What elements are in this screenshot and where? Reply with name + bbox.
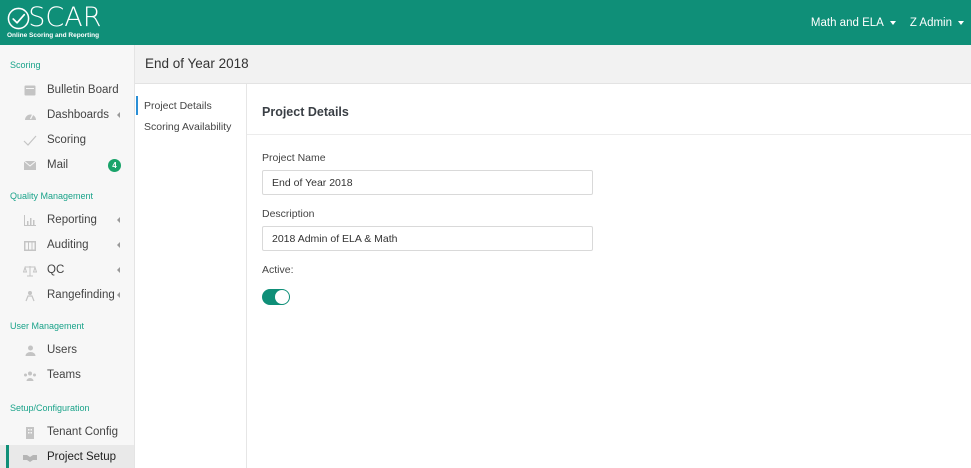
project-subnav: Project Details Scoring Availability xyxy=(135,84,247,468)
checkmark-icon xyxy=(23,134,37,147)
sidebar-item-label: Teams xyxy=(47,369,81,381)
chevron-left-icon xyxy=(117,217,120,223)
sidebar-item-label: Mail xyxy=(47,159,69,171)
chevron-left-icon xyxy=(117,292,120,298)
sidebar-item-reporting[interactable]: Reporting xyxy=(0,208,134,233)
top-bar: OSCAR Online Scoring and Reporting Math … xyxy=(0,0,971,45)
user-menu-label: Z Admin xyxy=(909,16,952,29)
mail-count-badge: 4 xyxy=(108,159,121,172)
bar-chart-icon xyxy=(23,214,37,227)
description-label: Description xyxy=(262,208,315,220)
chevron-left-icon xyxy=(117,112,120,118)
page-title: End of Year 2018 xyxy=(145,56,249,71)
columns-icon xyxy=(23,239,37,252)
sidebar-section-scoring: Scoring xyxy=(10,60,41,70)
sidebar-item-label: Rangefinding xyxy=(47,289,115,301)
sidebar-item-label: Users xyxy=(47,344,78,356)
chevron-left-icon xyxy=(117,267,120,273)
subnav-active-indicator xyxy=(136,96,138,115)
project-menu-dropdown[interactable]: Math and ELA xyxy=(811,17,896,29)
oscar-logo[interactable]: OSCAR Online Scoring and Reporting xyxy=(7,4,127,40)
section-heading: Project Details xyxy=(262,105,349,119)
sidebar-item-teams[interactable]: Teams xyxy=(0,363,134,388)
bulletin-board-icon xyxy=(23,84,37,97)
envelope-icon xyxy=(23,159,37,172)
chevron-left-icon xyxy=(117,242,120,248)
dashboard-gauge-icon xyxy=(23,109,37,122)
project-details-panel: Project Details Project Name Description… xyxy=(247,84,971,468)
user-menu-dropdown[interactable]: Z Admin xyxy=(910,17,964,29)
sidebar-item-auditing[interactable]: Auditing xyxy=(0,233,134,258)
caret-down-icon xyxy=(889,20,896,25)
sidebar-item-label: QC xyxy=(47,264,65,276)
project-name-label: Project Name xyxy=(262,152,326,164)
sidebar-item-label: Bulletin Board xyxy=(47,84,119,96)
sidebar-item-label: Tenant Config xyxy=(47,426,118,438)
sidebar-item-project-setup[interactable]: Project Setup xyxy=(0,445,134,468)
sidebar-section-setup-configuration: Setup/Configuration xyxy=(10,403,90,413)
project-menu-label: Math and ELA xyxy=(810,16,884,29)
sidebar-item-tenant-config[interactable]: Tenant Config xyxy=(0,420,134,445)
subnav-item-project-details[interactable]: Project Details xyxy=(144,100,212,112)
active-toggle[interactable] xyxy=(262,289,290,305)
sidebar-item-mail[interactable]: Mail 4 xyxy=(0,153,134,178)
sidebar: Scoring Bulletin Board Dashboards Scorin… xyxy=(0,45,135,468)
sidebar-item-label: Auditing xyxy=(47,239,89,251)
sidebar-item-users[interactable]: Users xyxy=(0,338,134,363)
group-icon xyxy=(23,369,37,382)
logo-wordmark-rest: SCAR xyxy=(28,2,102,33)
sidebar-item-bulletin-board[interactable]: Bulletin Board xyxy=(0,78,134,103)
building-icon xyxy=(23,426,37,439)
handshake-icon xyxy=(23,451,37,464)
sidebar-item-label: Scoring xyxy=(47,134,86,146)
top-nav: Math and ELA Z Admin xyxy=(811,0,964,45)
balance-scale-icon xyxy=(23,264,37,277)
sidebar-item-dashboards[interactable]: Dashboards xyxy=(0,103,134,128)
divider xyxy=(247,134,971,135)
person-target-icon xyxy=(23,289,37,302)
sidebar-item-scoring[interactable]: Scoring xyxy=(0,128,134,153)
project-name-input[interactable] xyxy=(262,170,593,195)
caret-down-icon xyxy=(958,20,964,25)
logo-wordmark: OSCAR xyxy=(7,2,102,33)
subnav-item-scoring-availability[interactable]: Scoring Availability xyxy=(144,121,231,133)
sidebar-item-label: Dashboards xyxy=(47,109,110,121)
sidebar-item-rangefinding[interactable]: Rangefinding xyxy=(0,283,134,308)
logo-tagline: Online Scoring and Reporting xyxy=(7,32,100,39)
description-input[interactable] xyxy=(262,226,593,251)
page-header: End of Year 2018 xyxy=(135,45,971,84)
sidebar-section-user-management: User Management xyxy=(10,321,85,331)
sidebar-item-label: Reporting xyxy=(47,214,97,226)
toggle-knob xyxy=(275,290,289,304)
active-label: Active: xyxy=(262,264,294,276)
user-icon xyxy=(23,344,37,357)
sidebar-item-label: Project Setup xyxy=(47,451,117,463)
sidebar-section-quality-management: Quality Management xyxy=(10,191,94,201)
sidebar-item-qc[interactable]: QC xyxy=(0,258,134,283)
